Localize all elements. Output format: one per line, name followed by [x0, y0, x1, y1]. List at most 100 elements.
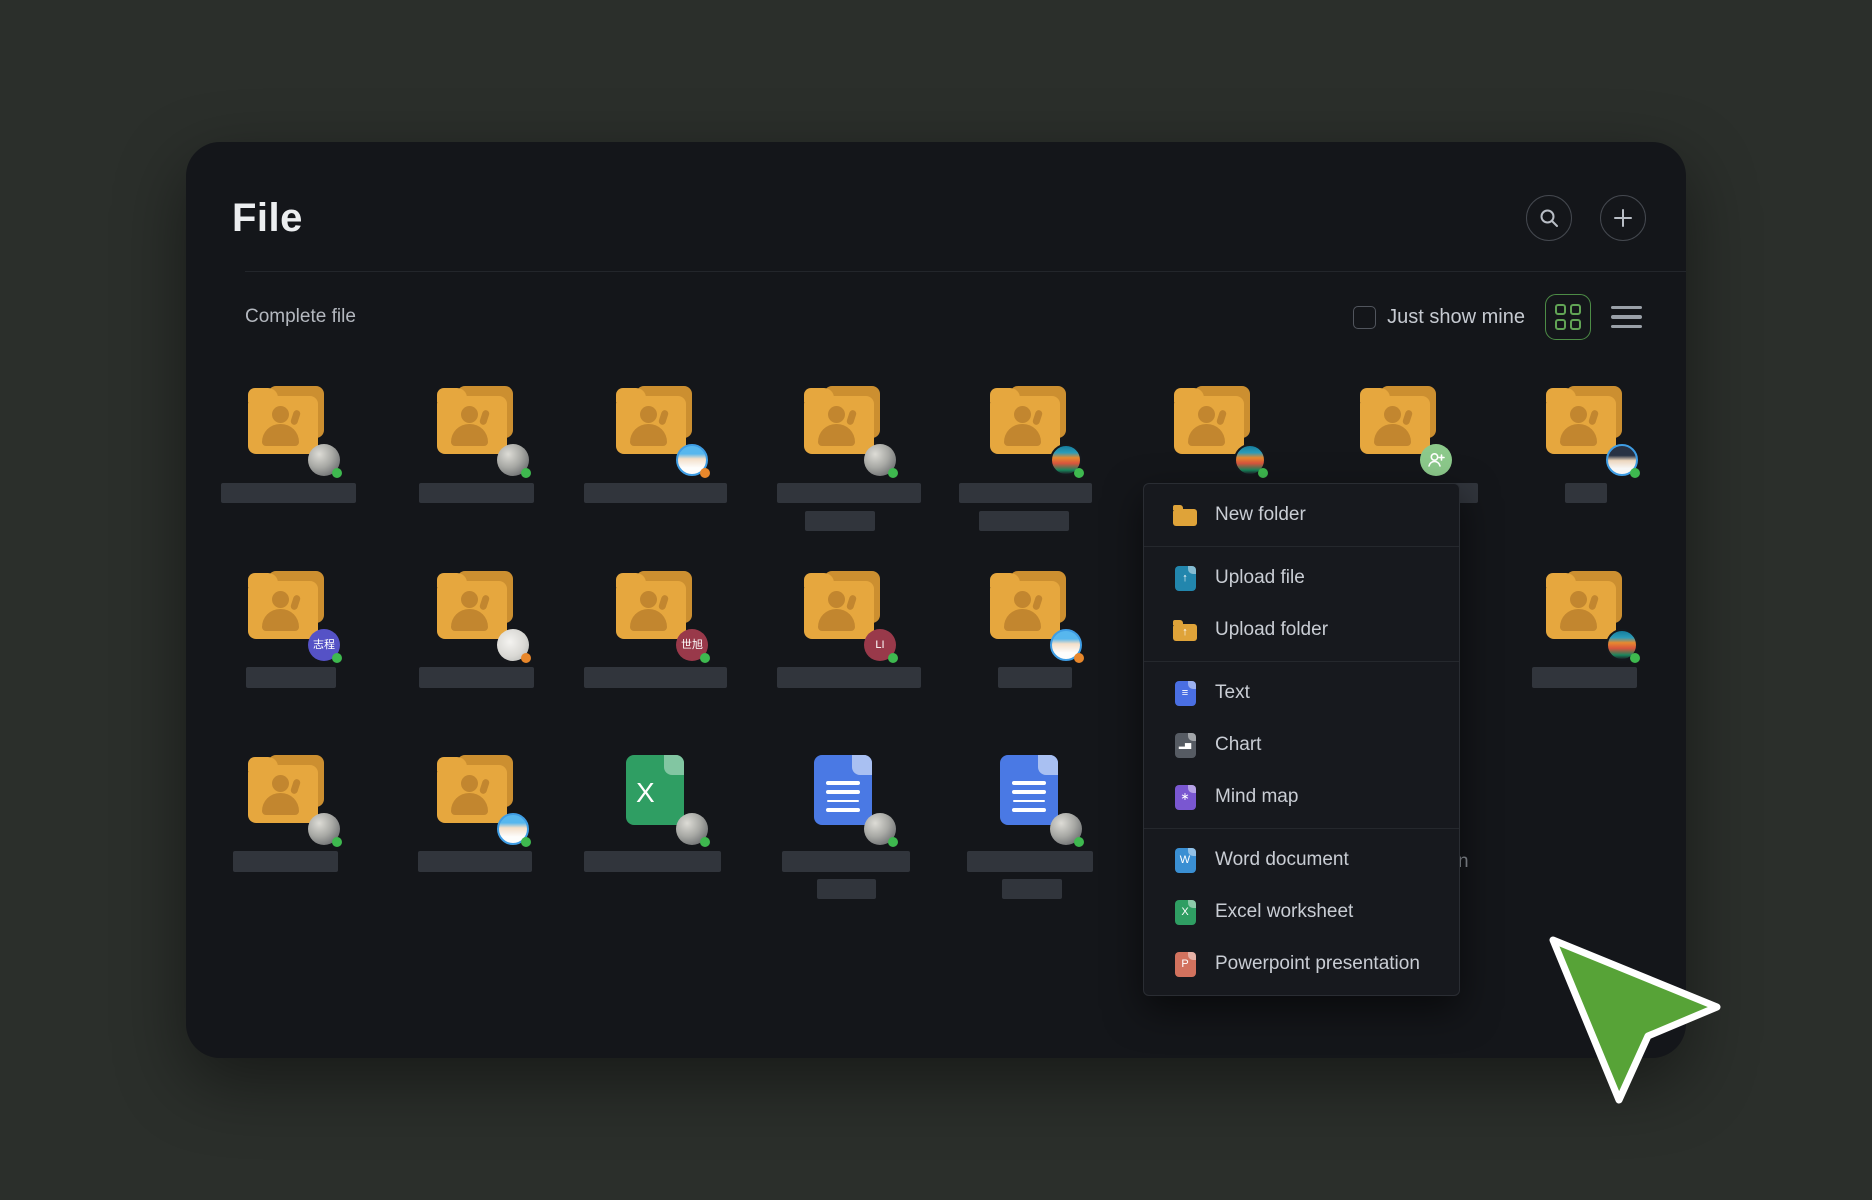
- shared-folder-tile[interactable]: [990, 571, 1068, 671]
- excel-file-tile[interactable]: X: [616, 755, 694, 855]
- status-dot-green: [1074, 468, 1084, 478]
- menu-item-upload-folder[interactable]: ↑ Upload folder: [1144, 604, 1459, 656]
- shared-folder-tile[interactable]: [804, 386, 882, 486]
- menu-group-3: ≡ Text ▂▅ Chart ∗ Mind map: [1144, 661, 1459, 828]
- status-dot-green: [521, 468, 531, 478]
- status-dot-green: [700, 653, 710, 663]
- filename-placeholder: [418, 851, 532, 872]
- status-dot-green: [332, 837, 342, 847]
- shared-folder-tile[interactable]: [437, 386, 515, 486]
- shared-folder-tile[interactable]: [1546, 386, 1624, 486]
- shared-folder-tile[interactable]: LI: [804, 571, 882, 671]
- menu-item-label: Word document: [1215, 849, 1349, 871]
- status-dot-green: [521, 837, 531, 847]
- shared-folder-tile[interactable]: [437, 571, 515, 671]
- doc-file-icon: [1000, 755, 1058, 825]
- filename-placeholder: [979, 511, 1069, 531]
- status-dot-green: [332, 468, 342, 478]
- status-dot-green: [1074, 837, 1084, 847]
- shared-folder-tile[interactable]: [248, 755, 326, 855]
- filename-placeholder: [233, 851, 338, 872]
- filename-placeholder: [1002, 879, 1062, 899]
- menu-item-word-document[interactable]: W Word document: [1144, 834, 1459, 886]
- status-dot-green: [332, 653, 342, 663]
- status-dot-green: [700, 837, 710, 847]
- shared-folder-tile[interactable]: [616, 386, 694, 486]
- menu-item-label: Mind map: [1215, 786, 1298, 808]
- shared-folder-tile[interactable]: 世旭: [616, 571, 694, 671]
- create-context-menu: New folder ↑ Upload file ↑ Upload folder ≡ Tex…: [1143, 483, 1460, 996]
- menu-item-label: New folder: [1215, 504, 1306, 526]
- menu-group-1: New folder: [1144, 484, 1459, 546]
- filename-placeholder: [777, 483, 921, 503]
- menu-item-chart[interactable]: ▂▅ Chart: [1144, 719, 1459, 771]
- mind-map-icon: ∗: [1172, 784, 1198, 810]
- file-manager-window: File Complete f: [186, 142, 1686, 1058]
- upload-file-icon: ↑: [1172, 565, 1198, 591]
- doc-file-tile[interactable]: [990, 755, 1068, 855]
- chart-icon: ▂▅: [1172, 732, 1198, 758]
- shared-folder-tile[interactable]: [1174, 386, 1252, 486]
- filename-placeholder: [817, 879, 876, 899]
- menu-item-mind-map[interactable]: ∗ Mind map: [1144, 771, 1459, 823]
- menu-item-text[interactable]: ≡ Text: [1144, 667, 1459, 719]
- menu-item-label: Excel worksheet: [1215, 901, 1353, 923]
- filename-placeholder: [777, 667, 921, 688]
- status-dot-orange: [700, 468, 710, 478]
- filename-placeholder: [419, 483, 534, 503]
- powerpoint-presentation-icon: P: [1172, 951, 1198, 977]
- avatar-initials: 世旭: [681, 640, 703, 651]
- filename-placeholder: [584, 851, 721, 872]
- filename-placeholder: [998, 667, 1072, 688]
- filename-placeholder: [584, 667, 727, 688]
- filename-placeholder: [584, 483, 727, 503]
- new-folder-icon: [1172, 502, 1198, 528]
- status-dot-green: [888, 653, 898, 663]
- filename-placeholder: [419, 667, 534, 688]
- upload-folder-icon: ↑: [1172, 617, 1198, 643]
- status-dot-orange: [521, 653, 531, 663]
- cursor-pointer-icon: [1545, 930, 1735, 1115]
- menu-item-label: Chart: [1215, 734, 1261, 756]
- shared-folder-tile[interactable]: [1360, 386, 1438, 486]
- filename-placeholder: [1532, 667, 1637, 688]
- menu-item-excel-worksheet[interactable]: X Excel worksheet: [1144, 886, 1459, 938]
- doc-file-icon: [814, 755, 872, 825]
- filename-placeholder: [221, 483, 356, 503]
- menu-item-label: Upload file: [1215, 567, 1305, 589]
- avatar-initials: 志程: [313, 640, 335, 651]
- member-avatar-share: [1420, 444, 1452, 476]
- shared-folder-tile[interactable]: [990, 386, 1068, 486]
- menu-item-label: Upload folder: [1215, 619, 1328, 641]
- file-grid: 志程世旭LIX: [186, 142, 1686, 1058]
- menu-group-2: ↑ Upload file ↑ Upload folder: [1144, 546, 1459, 661]
- status-dot-green: [1630, 653, 1640, 663]
- filename-placeholder: [782, 851, 910, 872]
- avatar-initials: LI: [875, 640, 884, 651]
- filename-placeholder: [959, 483, 1092, 503]
- menu-item-powerpoint-presentation[interactable]: P Powerpoint presentation: [1144, 938, 1459, 990]
- menu-item-label: Text: [1215, 682, 1250, 704]
- filename-placeholder: [1565, 483, 1607, 503]
- status-dot-orange: [1074, 653, 1084, 663]
- status-dot-green: [888, 837, 898, 847]
- menu-item-new-folder[interactable]: New folder: [1144, 489, 1459, 541]
- filename-placeholder: [246, 667, 336, 688]
- text-icon: ≡: [1172, 680, 1198, 706]
- filename-placeholder: [805, 511, 875, 531]
- filename-placeholder: [967, 851, 1093, 872]
- word-document-icon: W: [1172, 847, 1198, 873]
- menu-item-label: Powerpoint presentation: [1215, 953, 1420, 975]
- excel-file-icon: X: [626, 755, 684, 825]
- doc-file-tile[interactable]: [804, 755, 882, 855]
- status-dot-green: [888, 468, 898, 478]
- shared-folder-tile[interactable]: 志程: [248, 571, 326, 671]
- menu-item-upload-file[interactable]: ↑ Upload file: [1144, 552, 1459, 604]
- excel-worksheet-icon: X: [1172, 899, 1198, 925]
- shared-folder-tile[interactable]: [248, 386, 326, 486]
- status-dot-green: [1630, 468, 1640, 478]
- menu-group-4: W Word document X Excel worksheet P Powerpoin…: [1144, 828, 1459, 995]
- shared-folder-tile[interactable]: [437, 755, 515, 855]
- shared-folder-tile[interactable]: [1546, 571, 1624, 671]
- status-dot-green: [1258, 468, 1268, 478]
